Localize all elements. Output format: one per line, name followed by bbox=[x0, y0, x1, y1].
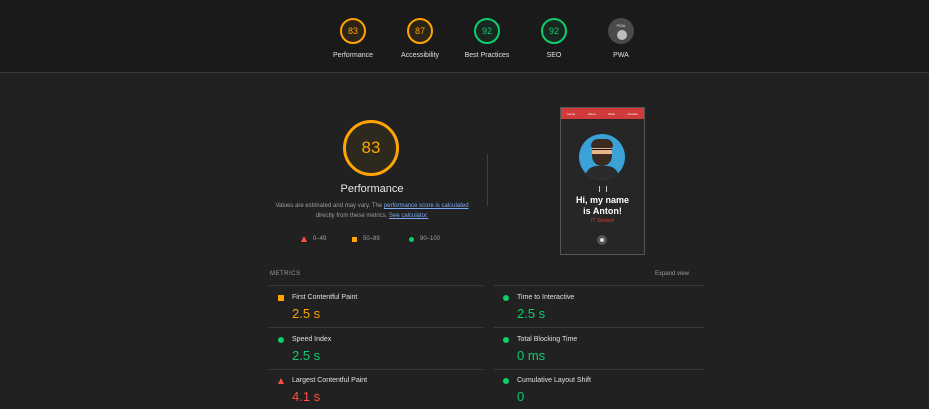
screenshot-subtitle: IT Student bbox=[590, 218, 615, 224]
legend-pass: 90–100 bbox=[409, 236, 440, 242]
gauge-pwa[interactable]: PWA PWA bbox=[576, 18, 666, 59]
performance-score-link[interactable]: performance score is calculated bbox=[384, 203, 469, 209]
pass-circle-icon bbox=[503, 337, 509, 343]
metric-value: 2.5 s bbox=[517, 306, 546, 321]
screenshot-nav-item: Home bbox=[567, 111, 576, 116]
average-square-icon bbox=[278, 295, 284, 301]
gauge-best-practices-score: 92 bbox=[474, 18, 500, 44]
performance-score-gauge: 83 bbox=[343, 120, 399, 176]
metric-name: Cumulative Layout Shift bbox=[517, 377, 591, 384]
pass-circle-icon bbox=[278, 337, 284, 343]
average-square-icon bbox=[352, 236, 357, 242]
pwa-badge-icon: PWA bbox=[608, 18, 634, 44]
see-calculator-link[interactable]: See calculator. bbox=[389, 213, 428, 219]
metrics-divider bbox=[269, 327, 483, 328]
pwa-status-dot bbox=[617, 30, 627, 40]
metrics-divider bbox=[269, 285, 483, 286]
metric-name: Largest Contentful Paint bbox=[292, 377, 368, 384]
avatar bbox=[579, 134, 625, 180]
metrics-divider bbox=[269, 369, 483, 370]
gauge-accessibility-score: 87 bbox=[407, 18, 433, 44]
metric-name: Speed Index bbox=[292, 336, 332, 343]
final-screenshot-thumbnail[interactable]: Home About Work Contact Hi, my name is A… bbox=[560, 107, 645, 255]
desc-text-1: Values are estimated and may vary. The bbox=[275, 203, 384, 209]
metric-value: 0 ms bbox=[517, 348, 546, 363]
pass-circle-icon bbox=[409, 236, 414, 242]
metric-value: 2.5 s bbox=[292, 348, 321, 363]
metrics-divider bbox=[494, 369, 704, 370]
expand-view-toggle[interactable]: Expand view bbox=[655, 271, 689, 277]
metric-value: 0 bbox=[517, 389, 525, 404]
gauge-seo-score: 92 bbox=[541, 18, 567, 44]
screenshot-nav-item: Contact bbox=[627, 111, 638, 116]
screenshot-heading-line-2: is Anton! bbox=[583, 206, 622, 216]
metrics-heading: METRICS bbox=[270, 271, 301, 277]
screenshot-circle-button-icon bbox=[597, 235, 607, 245]
gauge-pwa-label: PWA bbox=[613, 52, 629, 59]
metric-value: 4.1 s bbox=[292, 389, 321, 404]
pass-circle-icon bbox=[503, 378, 509, 384]
legend-pass-label: 90–100 bbox=[420, 236, 441, 242]
legend-average-label: 50–89 bbox=[363, 236, 380, 242]
gauge-performance-score: 83 bbox=[340, 18, 366, 44]
microphone-icon bbox=[599, 186, 607, 192]
desc-text-2: directly from these metrics. bbox=[315, 213, 389, 219]
section-divider bbox=[487, 154, 488, 206]
legend-fail: 0–49 bbox=[301, 236, 326, 242]
metrics-divider bbox=[494, 327, 704, 328]
fail-triangle-icon bbox=[301, 236, 307, 242]
screenshot-heading-line-1: Hi, my name bbox=[575, 195, 630, 205]
metric-name: First Contentful Paint bbox=[292, 294, 358, 301]
screenshot-nav-item: Work bbox=[607, 111, 615, 116]
screenshot-nav-item: About bbox=[587, 111, 596, 116]
metric-name: Time to Interactive bbox=[517, 294, 575, 301]
pwa-badge-text: PWA bbox=[616, 23, 626, 28]
screenshot-navbar: Home About Work Contact bbox=[561, 108, 644, 119]
fail-triangle-icon bbox=[278, 378, 284, 384]
pass-circle-icon bbox=[503, 295, 509, 301]
legend-fail-label: 0–49 bbox=[313, 236, 327, 242]
performance-description: Values are estimated and may vary. The p… bbox=[272, 201, 472, 221]
metrics-divider bbox=[494, 285, 704, 286]
screenshot-heading: Hi, my name is Anton! bbox=[561, 195, 644, 217]
metric-value: 2.5 s bbox=[292, 306, 321, 321]
legend-average: 50–89 bbox=[352, 236, 380, 242]
metric-name: Total Blocking Time bbox=[517, 336, 578, 343]
performance-title: Performance bbox=[340, 183, 404, 195]
category-gauges-bar: 83 Performance 87 Accessibility 92 Best … bbox=[0, 0, 929, 73]
